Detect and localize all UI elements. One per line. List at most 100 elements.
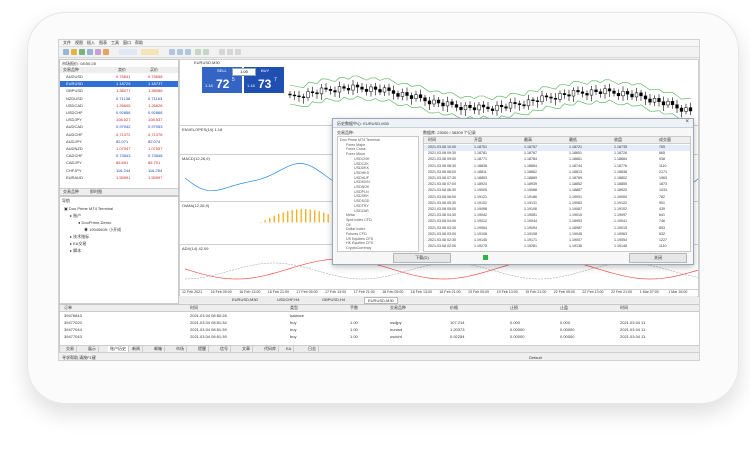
history-cell: 1.19015	[614, 225, 627, 230]
terminal-column-header[interactable]: 时间	[620, 305, 628, 310]
new-chart-icon[interactable]	[63, 49, 69, 55]
nav-item-server[interactable]: ● DooPrime-Demo	[78, 220, 111, 225]
tree-item[interactable]: USDZAR	[354, 209, 369, 214]
history-row[interactable]: 2021.03.08 09:30 1.18781 1.18787 1.18651 1.1…	[424, 151, 690, 157]
chart-tab[interactable]: EURUSD,M30	[229, 297, 261, 302]
autotrading-button[interactable]	[141, 49, 159, 55]
zoom-in-icon[interactable]	[195, 49, 201, 55]
menu-chart[interactable]: 图表	[99, 40, 107, 45]
terminal-column-header[interactable]: 手数	[350, 305, 358, 310]
terminal-icon[interactable]	[95, 49, 101, 55]
market-watch-row[interactable]: AUDCAD 0.97042 0.97053	[60, 124, 178, 130]
history-row[interactable]: 2021.03.08 10:00 1.18751 1.18757 1.18721 1.1…	[424, 145, 690, 151]
chart-tab[interactable]: USDCHF,H4	[274, 297, 302, 302]
tester-icon[interactable]	[103, 49, 109, 55]
market-watch-icon[interactable]	[79, 49, 85, 55]
new-order-button[interactable]	[119, 49, 137, 55]
lot-input[interactable]: 1.00	[232, 68, 256, 76]
profiles-icon[interactable]	[71, 49, 77, 55]
history-column-header[interactable]: 开盘	[474, 137, 482, 142]
order-row[interactable]: 39476843 2021.03.04 08:50:28 balance	[60, 313, 699, 319]
chart-tab[interactable]: GBPUSD,H4	[319, 297, 348, 302]
tab-tick-chart[interactable]: 即时图	[90, 189, 102, 194]
menu-file[interactable]: 文件	[63, 40, 71, 45]
terminal-column-header[interactable]: 时间	[190, 305, 198, 310]
order-row[interactable]: 39477044 2021.03.04 08:51:39 buy 1.00 eurusd…	[60, 327, 699, 333]
menu-help[interactable]: 帮助	[135, 40, 143, 45]
terminal-column-header[interactable]: 止盈	[560, 305, 568, 310]
menu-window[interactable]: 窗口	[123, 40, 131, 45]
history-row[interactable]: 2021.03.08 06:30 1.19005 1.19066 1.18887 1.1…	[424, 188, 690, 194]
history-cell: 1.19122	[614, 200, 627, 205]
history-column-header[interactable]: 收盘	[614, 137, 622, 142]
history-cell: 1.19275	[474, 244, 487, 249]
history-row[interactable]: 2021.03.08 04:30 1.19042 1.19081 1.19010 1.1…	[424, 213, 690, 219]
market-watch-row[interactable]: EURUSD 1.18725 1.18737	[60, 81, 178, 88]
market-watch-row[interactable]: AUDCHF 0.71372 0.71376	[60, 132, 178, 138]
nav-item-scripts[interactable]: ▸ 脚本	[70, 248, 81, 253]
market-watch-row[interactable]: USDCAD 1.26605 1.26626	[60, 103, 178, 109]
nav-item-account[interactable]: ◉ 19040605: 小开成	[84, 227, 121, 232]
nav-item-experts[interactable]: ▸ EA交易	[70, 241, 86, 246]
history-row[interactable]: 2021.03.08 08:00 1.18811 1.18862 1.18813 1.1…	[424, 170, 690, 176]
chart-tab[interactable]: EURUSD,M30	[364, 297, 398, 304]
download-button[interactable]: 下载(D)	[393, 253, 451, 263]
history-column-header[interactable]: 最高	[524, 137, 532, 142]
zoom-out-icon[interactable]	[203, 49, 209, 55]
crosshair-icon[interactable]	[219, 49, 225, 55]
text-tool-icon[interactable]	[235, 49, 241, 55]
history-column-header[interactable]: 成交量	[659, 137, 671, 142]
market-watch-row[interactable]: AUDJPY 82.071 82.074	[60, 139, 178, 145]
close-icon[interactable]: ×	[685, 119, 689, 125]
history-row[interactable]: 2021.03.08 02:30 1.19145 1.19171 1.19007 1.1…	[424, 238, 690, 244]
history-row[interactable]: 2021.03.08 07:30 1.18853 1.18869 1.18789 1.1…	[424, 176, 690, 182]
market-watch-row[interactable]: AUDUSD 0.75641 0.75658	[60, 74, 178, 80]
terminal-column-header[interactable]: 类型	[290, 305, 298, 310]
history-row[interactable]: 2021.03.08 03:30 1.19064 1.19094 1.18987 1.1…	[424, 226, 690, 232]
close-button[interactable]: 关闭	[629, 253, 687, 263]
market-watch-row[interactable]: CADCHF 0.73543 0.73548	[60, 153, 178, 159]
history-column-header[interactable]: 时间	[428, 137, 436, 142]
history-row[interactable]: 2021.03.08 09:00 1.18771 1.18784 1.18661 1.1…	[424, 157, 690, 163]
history-cell: 1.18784	[524, 157, 537, 162]
market-watch-row[interactable]: AUDNZD 1.07047 1.07057	[60, 146, 178, 152]
market-watch-row[interactable]: CHFJPY 116.244 116.254	[60, 168, 178, 174]
terminal-column-header[interactable]: 止损	[510, 305, 518, 310]
tree-item[interactable]: CryptoCurrency	[346, 246, 371, 251]
history-row[interactable]: 2021.03.08 07:00 1.18924 1.18939 1.18852 1.1…	[424, 182, 690, 188]
market-watch-row[interactable]: EURAUD 1.55991 1.55997	[60, 175, 178, 181]
history-cell: 2021.03.08 08:00	[428, 169, 456, 174]
candle-chart-icon[interactable]	[177, 49, 183, 55]
nav-item-terminal[interactable]: ▣ Doo Prime MT4 Terminal	[64, 206, 113, 211]
history-row[interactable]: 2021.03.08 02:00 1.19275 1.19281 1.19138 1.1…	[424, 244, 690, 250]
history-row[interactable]: 2021.03.08 08:30 1.18838 1.18854 1.18744 1.1…	[424, 164, 690, 170]
tab-symbols[interactable]: 交易品种	[63, 189, 79, 194]
history-row[interactable]: 2021.03.08 04:00 1.19012 1.19044 1.18993 1.1…	[424, 219, 690, 225]
nav-item-accounts[interactable]: ▸ 账户	[70, 213, 81, 218]
terminal-column-header[interactable]: 订单	[64, 305, 72, 310]
market-watch-row[interactable]: CADJPY 85.691 85.701	[60, 160, 178, 166]
navigator-icon[interactable]	[87, 49, 93, 55]
nav-item-indicators[interactable]: ▸ 技术指标	[70, 234, 89, 239]
history-cell: 1.18854	[524, 163, 537, 168]
history-row[interactable]: 2021.03.08 06:00 1.19121 1.19186 1.19001 1.1…	[424, 195, 690, 201]
line-chart-icon[interactable]	[185, 49, 191, 55]
history-row[interactable]: 2021.03.08 05:30 1.19102 1.19131 1.19083 1.1…	[424, 201, 690, 207]
terminal-column-header[interactable]: 交易品种	[390, 305, 406, 310]
order-row[interactable]: 39477020 2021.03.04 08:51:34 buy 1.00 usdjpy…	[60, 320, 699, 326]
terminal-column-header[interactable]: 价格	[450, 305, 458, 310]
trendline-icon[interactable]	[227, 49, 233, 55]
history-row[interactable]: 2021.03.08 05:00 1.19098 1.19106 1.19087 1.1…	[424, 207, 690, 213]
history-column-header[interactable]: 最低	[569, 137, 577, 142]
market-watch-row[interactable]: NZDUSD 0.71138 0.71163	[60, 96, 178, 102]
market-watch-row[interactable]: GBPUSD 1.38077 1.38086	[60, 88, 178, 94]
bar-chart-icon[interactable]	[169, 49, 175, 55]
history-row[interactable]: 2021.03.08 03:00 1.19108 1.19108 1.19045 1.1…	[424, 232, 690, 238]
market-watch-row[interactable]: USDJPY 108.527 108.537	[60, 117, 178, 123]
market-watch-row[interactable]: USDCHF 0.92856 0.92866	[60, 110, 178, 116]
menu-insert[interactable]: 插入	[87, 40, 95, 45]
menu-view[interactable]: 视图	[75, 40, 83, 45]
order-row[interactable]: 39477043 2021.03.04 08:51:39 buy 1.00 usdchf…	[60, 334, 699, 340]
price-chart[interactable]: EURUSD,M30 SELL 1.18 72 5 BUY 1.18 73 7 …	[179, 59, 699, 126]
menu-tools[interactable]: 工具	[111, 40, 119, 45]
